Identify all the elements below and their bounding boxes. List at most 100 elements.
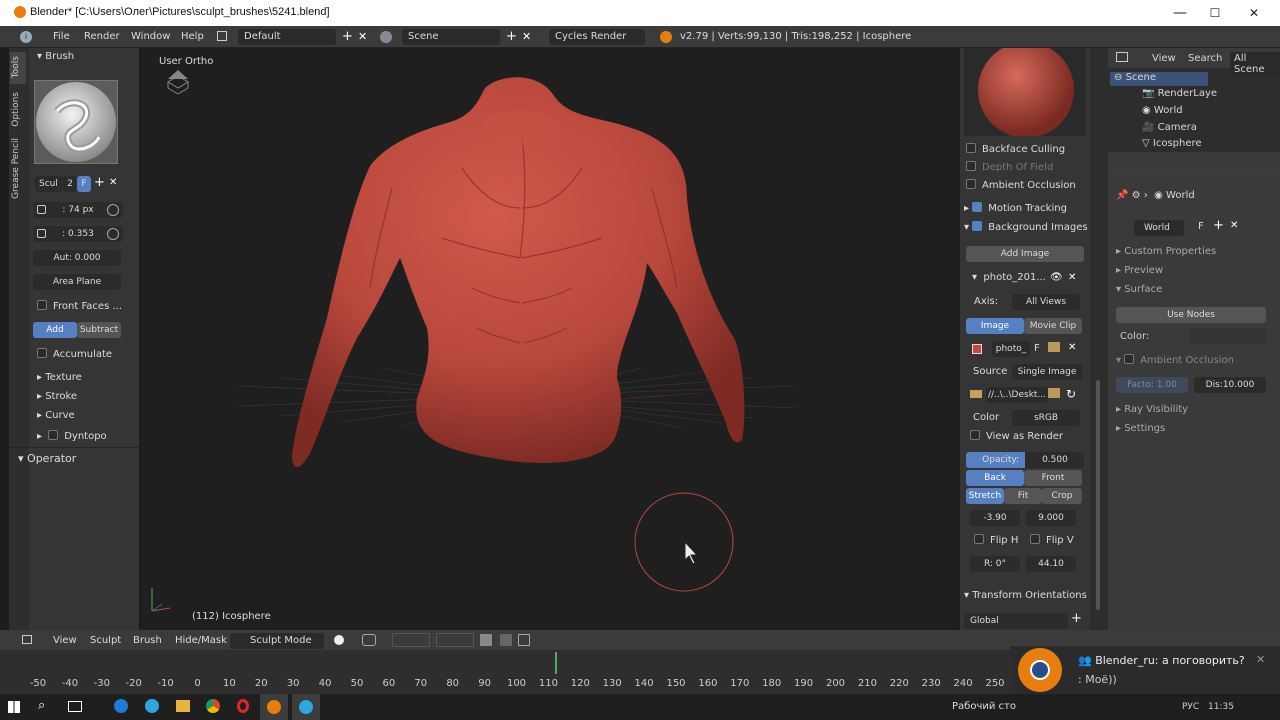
preview-section[interactable]: ▸ Preview — [1116, 265, 1163, 276]
backface-checkbox[interactable] — [966, 143, 976, 153]
photo-entry[interactable]: ▾ photo_201... — [972, 272, 1046, 283]
blender-task-bg[interactable] — [260, 694, 288, 720]
section-stroke[interactable]: ▸ Stroke — [37, 391, 77, 402]
tab-grease-pencil[interactable]: Grease Pencil — [11, 138, 21, 199]
explorer-icon[interactable] — [176, 700, 190, 712]
mode-select[interactable]: Sculpt Mode — [230, 633, 324, 649]
offset-y-field[interactable]: 9.000 — [1026, 510, 1076, 526]
subtract-button[interactable]: Subtract — [77, 322, 121, 338]
telegram-icon[interactable] — [145, 699, 159, 713]
header-sculpt-menu[interactable]: Sculpt — [90, 635, 121, 646]
folder-icon-2[interactable] — [1048, 388, 1060, 398]
gl-icon[interactable] — [518, 634, 530, 646]
remove-layout-icon[interactable]: ✕ — [358, 30, 367, 43]
motion-checkbox[interactable] — [972, 202, 983, 212]
minimize-button[interactable]: — — [1160, 0, 1200, 26]
pressure-icon-2[interactable] — [107, 228, 119, 240]
surface-section[interactable]: ▾ Surface — [1116, 284, 1162, 295]
outliner-row-renderlayers[interactable]: 📷 RenderLaye — [1142, 88, 1217, 99]
flip-h-row[interactable]: Flip H — [974, 534, 1018, 546]
menu-file[interactable]: File — [53, 31, 70, 42]
current-frame-marker[interactable] — [555, 652, 557, 674]
brush-name-field[interactable]: Scul — [35, 176, 63, 192]
telegram-notification[interactable]: 👥 Blender_ru: а поговорить? : Моё)) ✕ — [1010, 646, 1280, 694]
lock-icon[interactable] — [37, 205, 46, 214]
shading-icon[interactable] — [334, 635, 344, 645]
section-curve[interactable]: ▸ Curve — [37, 410, 75, 421]
autosmooth-field[interactable]: Aut: 0.000 — [33, 250, 121, 266]
image-button[interactable]: Image — [966, 318, 1024, 334]
reload-icon[interactable]: ↻ — [1066, 387, 1076, 401]
pressure-icon[interactable] — [107, 204, 119, 216]
size-field[interactable]: 44.10 — [1026, 556, 1076, 572]
world-ao-checkbox[interactable] — [1124, 354, 1135, 364]
ao-factor-field[interactable]: Facto: 1.00 — [1116, 377, 1188, 393]
3d-viewport[interactable]: User Ortho (112) Icosphere — [142, 48, 956, 630]
chrome-icon[interactable] — [206, 699, 220, 713]
scene-field[interactable]: Scene — [402, 29, 500, 45]
new-world-icon[interactable]: + — [1213, 218, 1224, 233]
backface-culling-row[interactable]: Backface Culling — [966, 143, 1065, 155]
maximize-button[interactable]: ☐ — [1195, 0, 1235, 26]
layers-grid-2[interactable] — [436, 633, 474, 647]
crop-button[interactable]: Crop — [1042, 488, 1082, 504]
motion-tracking-row[interactable]: ▸ Motion Tracking — [964, 202, 1067, 214]
image-fake-user[interactable]: F — [1034, 343, 1040, 354]
remove-image-icon[interactable]: ✕ — [1068, 272, 1076, 283]
filepath-field[interactable]: //..\..\Deskt... — [986, 387, 1048, 403]
visibility-eye-icon[interactable]: 👁 — [1050, 272, 1063, 283]
properties-scrollbar[interactable] — [1096, 380, 1100, 610]
search-icon[interactable]: ⌕ — [38, 698, 45, 713]
stretch-button[interactable]: Stretch — [966, 488, 1004, 504]
header-hidemask-menu[interactable]: Hide/Mask — [175, 635, 227, 646]
sculpt-plane-select[interactable]: Area Plane — [33, 274, 121, 290]
dyntopo-checkbox[interactable] — [48, 430, 59, 440]
flip-v-row[interactable]: Flip V — [1030, 534, 1074, 546]
flip-h-checkbox[interactable] — [974, 534, 984, 544]
start-icon[interactable] — [8, 701, 20, 713]
opacity-slider[interactable]: Opacity: 0.500 — [966, 452, 1084, 468]
desktop-toolbar[interactable]: Рабочий сто — [952, 701, 1016, 712]
world-name-field[interactable]: World — [1134, 220, 1184, 236]
add-layout-icon[interactable]: + — [342, 29, 353, 44]
movie-clip-button[interactable]: Movie Clip — [1024, 318, 1082, 334]
outliner-row-icosphere[interactable]: ▽ Icosphere — [1142, 138, 1202, 149]
axis-select[interactable]: All Views — [1012, 294, 1080, 310]
menu-render[interactable]: Render — [84, 31, 120, 42]
front-button[interactable]: Front — [1024, 470, 1082, 486]
use-nodes-button[interactable]: Use Nodes — [1116, 307, 1266, 323]
render-icon[interactable] — [480, 634, 492, 646]
world-color-swatch[interactable] — [1190, 328, 1266, 344]
outliner-row-world[interactable]: ◉ World — [1142, 105, 1183, 116]
language-indicator[interactable]: РУС — [1182, 702, 1199, 712]
add-orientation-icon[interactable]: + — [1071, 611, 1082, 626]
unlink-image-icon[interactable]: ✕ — [1068, 342, 1076, 353]
header-brush-menu[interactable]: Brush — [133, 635, 162, 646]
source-select[interactable]: Single Image — [1012, 364, 1082, 380]
image-name-field[interactable]: photo_ — [992, 341, 1030, 357]
add-image-button[interactable]: Add Image — [966, 246, 1084, 262]
orientation-select[interactable]: Global — [964, 613, 1068, 629]
brush-users[interactable]: 2 — [63, 176, 77, 192]
operator-panel-header[interactable]: ▾ Operator — [18, 452, 76, 465]
camera-icon[interactable] — [500, 634, 512, 646]
ao-distance-field[interactable]: Dis:10.000 — [1194, 377, 1266, 393]
pivot-icon[interactable] — [362, 634, 376, 646]
transform-orientations-header[interactable]: ▾ Transform Orientations — [964, 590, 1087, 601]
outliner-view-menu[interactable]: View — [1152, 53, 1176, 64]
world-ao-section[interactable]: ▾ Ambient Occlusion — [1116, 354, 1234, 366]
folder-icon[interactable] — [1048, 342, 1060, 352]
brush-panel-header[interactable]: ▾ Brush — [37, 51, 74, 62]
rotation-field[interactable]: R: 0° — [970, 556, 1020, 572]
remove-scene-icon[interactable]: ✕ — [522, 30, 531, 43]
offset-x-field[interactable]: -3.90 — [970, 510, 1020, 526]
tab-tools[interactable]: Tools — [11, 56, 21, 78]
layout-field[interactable]: Default — [238, 29, 336, 45]
header-view-menu[interactable]: View — [53, 635, 77, 646]
bgimages-checkbox[interactable] — [972, 221, 983, 231]
custom-properties-section[interactable]: ▸ Custom Properties — [1116, 246, 1216, 257]
properties-context-tabs[interactable] — [1108, 162, 1280, 182]
section-texture[interactable]: ▸ Texture — [37, 372, 82, 383]
world-fake-user[interactable]: F — [1198, 221, 1204, 232]
menu-window[interactable]: Window — [131, 31, 170, 42]
